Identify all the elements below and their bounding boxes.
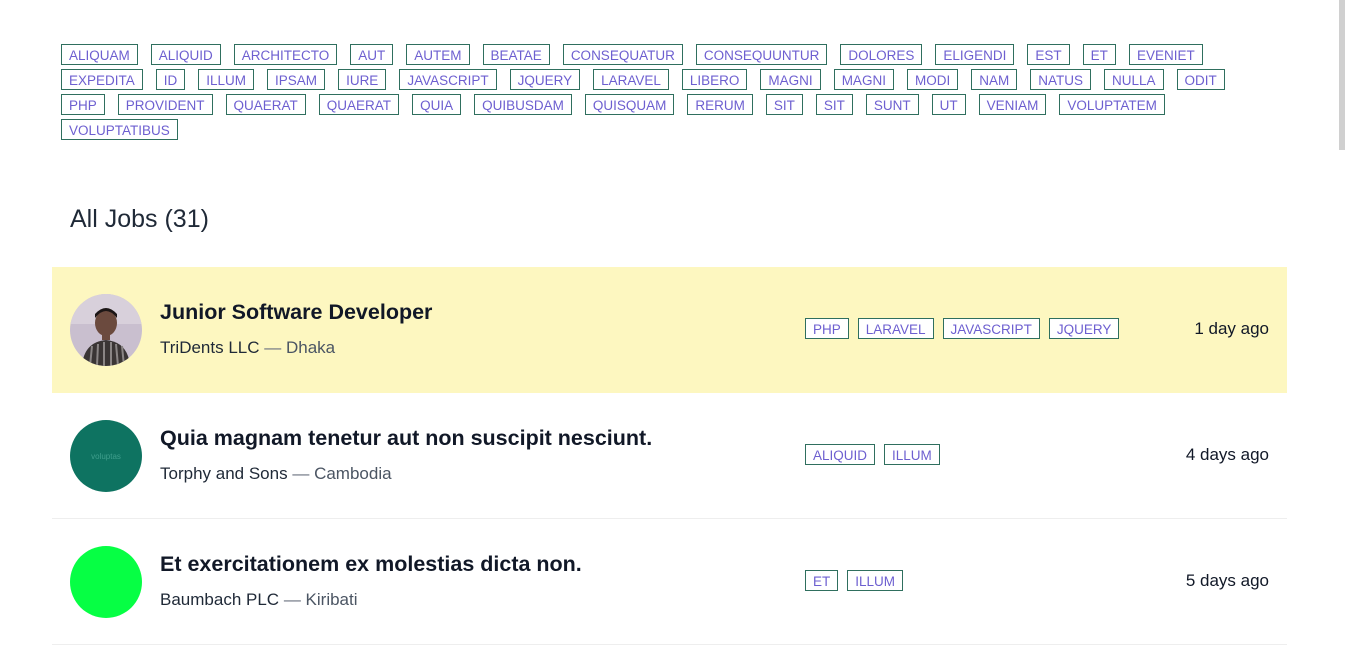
tag-link[interactable]: NATUS	[1030, 69, 1091, 90]
job-meta: TriDents LLC — Dhaka	[160, 338, 335, 358]
tag-link[interactable]: QUIA	[412, 94, 462, 115]
job-tag[interactable]: PHP	[805, 318, 849, 339]
tag-link[interactable]: RERUM	[687, 94, 753, 115]
tag-link[interactable]: QUISQUAM	[584, 94, 675, 115]
job-listing[interactable]: voluptas Quia magnam tenetur aut non susc…	[52, 393, 1287, 519]
tag-link[interactable]: SIT	[815, 94, 853, 115]
tag-link[interactable]: NAM	[971, 69, 1018, 90]
job-title[interactable]: Junior Software Developer	[160, 300, 432, 325]
tag-link[interactable]: DOLORES	[840, 44, 923, 65]
meta-separator: —	[264, 338, 282, 357]
job-listing[interactable]: Junior Software Developer TriDents LLC — …	[52, 267, 1287, 393]
scrollbar[interactable]	[1339, 0, 1345, 637]
job-listing[interactable]: Et exercitationem ex molestias dicta non…	[52, 519, 1287, 645]
company-name: Torphy and Sons	[160, 464, 288, 483]
tag-link[interactable]: ALIQUAM	[61, 44, 138, 65]
jobs-heading: All Jobs (31)	[70, 205, 209, 233]
tag-link[interactable]: IURE	[338, 69, 387, 90]
tag-link[interactable]: EST	[1027, 44, 1070, 65]
company-name: TriDents LLC	[160, 338, 260, 357]
posted-time: 1 day ago	[1194, 319, 1269, 338]
job-tags: PHP LARAVEL JAVASCRIPT JQUERY	[805, 318, 1120, 339]
company-logo-text: voluptas	[91, 451, 121, 461]
tag-link[interactable]: ALIQUID	[150, 44, 221, 65]
tag-link[interactable]: EXPEDITA	[61, 69, 143, 90]
scrollbar-thumb[interactable]	[1339, 0, 1345, 150]
job-meta: Baumbach PLC — Kiribati	[160, 590, 358, 610]
tag-link[interactable]: ID	[155, 69, 186, 90]
posted-time: 5 days ago	[1185, 571, 1269, 590]
tag-link[interactable]: AUT	[350, 44, 394, 65]
tag-link[interactable]: UT	[931, 94, 966, 115]
job-location: Kiribati	[305, 590, 358, 609]
tag-link[interactable]: QUAERAT	[225, 94, 306, 115]
job-tag[interactable]: JQUERY	[1048, 318, 1120, 339]
job-location: Dhaka	[285, 338, 336, 357]
tag-link[interactable]: ELIGENDI	[935, 44, 1015, 65]
job-tag[interactable]: ET	[805, 570, 839, 591]
tag-link[interactable]: PHP	[61, 94, 105, 115]
company-logo	[70, 546, 142, 618]
tag-link[interactable]: CONSEQUATUR	[562, 44, 683, 65]
tag-link[interactable]: LIBERO	[681, 69, 748, 90]
job-title[interactable]: Et exercitationem ex molestias dicta non…	[160, 552, 582, 577]
company-name: Baumbach PLC	[160, 590, 280, 609]
job-list: Junior Software Developer TriDents LLC — …	[52, 267, 1287, 645]
meta-separator: —	[283, 590, 301, 609]
company-logo	[70, 294, 142, 366]
tag-link[interactable]: JQUERY	[509, 69, 581, 90]
meta-separator: —	[292, 464, 310, 483]
tag-link[interactable]: VENIAM	[978, 94, 1047, 115]
tag-link[interactable]: VOLUPTATIBUS	[61, 119, 178, 140]
job-tag[interactable]: ALIQUID	[805, 444, 876, 465]
tag-link[interactable]: QUAERAT	[318, 94, 400, 115]
tag-link[interactable]: JAVASCRIPT	[399, 69, 497, 90]
tag-link[interactable]: NULLA	[1103, 69, 1164, 90]
posted-time: 4 days ago	[1185, 445, 1269, 464]
tag-link[interactable]: MODI	[906, 69, 959, 90]
tag-link[interactable]: AUTEM	[406, 44, 470, 65]
job-location: Cambodia	[314, 464, 392, 483]
job-tag[interactable]: JAVASCRIPT	[942, 318, 1040, 339]
job-title[interactable]: Quia magnam tenetur aut non suscipit nes…	[160, 426, 652, 451]
tag-cloud: ALIQUAM ALIQUID ARCHITECTO AUT AUTEM BEATAE CO…	[61, 44, 1261, 140]
tag-link[interactable]: VOLUPTATEM	[1059, 94, 1165, 115]
job-tag[interactable]: LARAVEL	[857, 318, 934, 339]
tag-link[interactable]: ARCHITECTO	[233, 44, 338, 65]
tag-link[interactable]: MAGNI	[833, 69, 894, 90]
tag-link[interactable]: LARAVEL	[593, 69, 669, 90]
job-tag[interactable]: ILLUM	[847, 570, 904, 591]
tag-link[interactable]: SIT	[765, 94, 803, 115]
tag-link[interactable]: QUIBUSDAM	[474, 94, 572, 115]
tag-link[interactable]: ET	[1082, 44, 1116, 65]
job-tag[interactable]: ILLUM	[884, 444, 940, 465]
tag-link[interactable]: BEATAE	[482, 44, 550, 65]
tag-link[interactable]: MAGNI	[760, 69, 821, 90]
job-tags: ALIQUID ILLUM	[805, 444, 940, 465]
tag-link[interactable]: SUNT	[865, 94, 919, 115]
tag-link[interactable]: PROVIDENT	[117, 94, 213, 115]
job-meta: Torphy and Sons — Cambodia	[160, 464, 392, 484]
tag-link[interactable]: EVENIET	[1128, 44, 1203, 65]
tag-link[interactable]: ODIT	[1176, 69, 1225, 90]
company-logo: voluptas	[70, 420, 142, 492]
tag-link[interactable]: IPSAM	[267, 69, 326, 90]
tag-link[interactable]: CONSEQUUNTUR	[695, 44, 828, 65]
tag-link[interactable]: ILLUM	[198, 69, 255, 90]
job-tags: ET ILLUM	[805, 570, 904, 591]
